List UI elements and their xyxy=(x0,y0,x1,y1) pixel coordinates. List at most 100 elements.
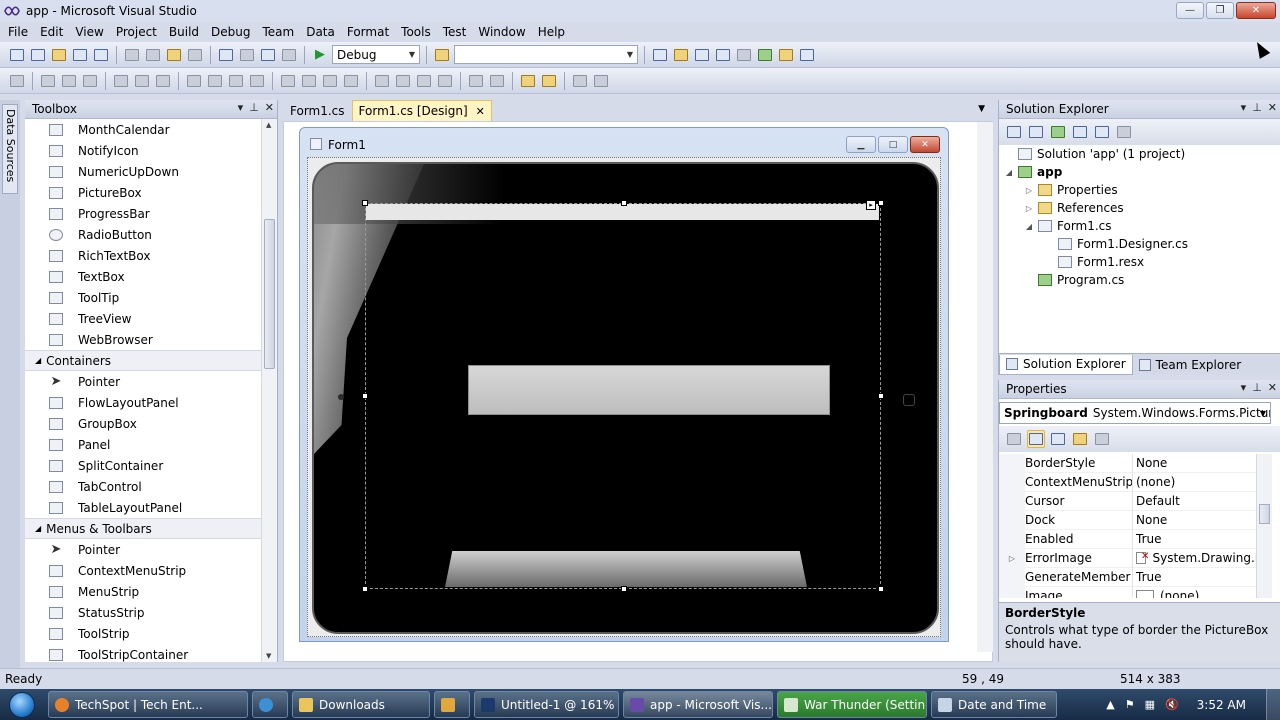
form1-window[interactable]: Form1 ▁ □ ✕ ▸ xyxy=(299,127,949,642)
save-all-icon[interactable] xyxy=(92,46,110,64)
toolbox-item-groupbox[interactable]: GroupBox xyxy=(25,413,262,434)
solution-configuration-dropdown[interactable]: Debug ▼ xyxy=(332,45,420,64)
close-icon[interactable]: ✕ xyxy=(1268,101,1277,114)
align-lefts-icon[interactable] xyxy=(39,72,57,90)
action-center-flag-icon[interactable]: ⚑ xyxy=(1125,698,1135,711)
window-position-icon[interactable]: ▾ xyxy=(1241,381,1247,394)
object-selector-dropdown[interactable]: Springboard System.Windows.Forms.Picture… xyxy=(999,402,1271,424)
scroll-down-icon[interactable]: ▼ xyxy=(266,652,271,660)
menu-edit[interactable]: Edit xyxy=(34,25,69,39)
menu-project[interactable]: Project xyxy=(110,25,163,39)
start-button[interactable] xyxy=(0,689,44,720)
menu-help[interactable]: Help xyxy=(532,25,571,39)
horizontal-spacing-icon[interactable] xyxy=(279,72,297,90)
taskbar-item-ie[interactable] xyxy=(252,691,288,718)
events-lightning-icon[interactable] xyxy=(1071,430,1089,448)
add-item-icon[interactable] xyxy=(29,46,47,64)
show-all-files-icon[interactable] xyxy=(1027,123,1045,141)
expand-triangle-icon[interactable]: ▷ xyxy=(999,548,1025,568)
status-bar-picturebox[interactable] xyxy=(366,204,879,220)
taskbar-item-date-time[interactable]: Date and Time xyxy=(931,691,1057,718)
tab-form1-cs[interactable]: Form1.cs xyxy=(283,100,352,121)
scrollbar-thumb[interactable] xyxy=(264,219,275,369)
start-page-icon[interactable] xyxy=(756,46,774,64)
toolbox-group-menus-toolbars[interactable]: ◢ Menus & Toolbars xyxy=(25,518,262,539)
taskbar-item-downloads[interactable]: Downloads xyxy=(292,691,430,718)
bring-to-front-icon[interactable] xyxy=(519,72,537,90)
paste-icon[interactable] xyxy=(165,46,183,64)
toolbox-item-webbrowser[interactable]: WebBrowser xyxy=(25,329,262,350)
cut-icon[interactable] xyxy=(123,46,141,64)
open-file-icon[interactable] xyxy=(50,46,68,64)
scroll-up-icon[interactable]: ▲ xyxy=(266,121,271,129)
size-to-grid-icon[interactable] xyxy=(206,72,224,90)
refresh-icon[interactable] xyxy=(1049,123,1067,141)
align-middles-icon[interactable] xyxy=(133,72,151,90)
increase-vertical-spacing-icon[interactable] xyxy=(394,72,412,90)
properties-view-icon[interactable] xyxy=(1049,430,1067,448)
tab-form1-design[interactable]: Form1.cs [Design] ✕ xyxy=(351,100,492,121)
property-row[interactable]: ContextMenuStrip (none) xyxy=(999,472,1263,492)
property-row[interactable]: Dock None xyxy=(999,510,1263,530)
tree-solution[interactable]: Solution 'app' (1 project) xyxy=(999,145,1280,163)
volume-muted-icon[interactable]: 🔇 xyxy=(1165,698,1179,711)
make-same-width-icon[interactable] xyxy=(185,72,203,90)
collapse-triangle-icon[interactable]: ◢ xyxy=(1003,168,1015,177)
taskbar-item-techspot[interactable]: TechSpot | Tech Ent... xyxy=(48,691,248,718)
make-same-height-icon[interactable] xyxy=(227,72,245,90)
data-sources-tab[interactable]: Data Sources xyxy=(2,104,18,194)
make-same-size-icon[interactable] xyxy=(248,72,266,90)
toolbox-item-progressbar[interactable]: ProgressBar xyxy=(25,203,262,224)
property-row[interactable]: GenerateMember True xyxy=(999,567,1263,587)
toolbox-item-tabcontrol[interactable]: TabControl xyxy=(25,476,262,497)
toolbox-item-textbox[interactable]: TextBox xyxy=(25,266,262,287)
tree-form1-resx[interactable]: Form1.resx xyxy=(999,253,1280,271)
dock-picturebox[interactable] xyxy=(445,551,807,587)
property-row[interactable]: ▷ErrorImage System.Drawing.B xyxy=(999,548,1263,568)
toolbox-item-flowlayoutpanel[interactable]: FlowLayoutPanel xyxy=(25,392,262,413)
toolbox-icon[interactable] xyxy=(714,46,732,64)
extension-manager-icon[interactable] xyxy=(735,46,753,64)
window-position-icon[interactable]: ▾ xyxy=(238,101,244,114)
expand-triangle-icon[interactable]: ▷ xyxy=(1023,204,1035,213)
solution-explorer-icon[interactable] xyxy=(651,46,669,64)
properties-icon[interactable] xyxy=(1005,123,1023,141)
menu-view[interactable]: View xyxy=(69,25,109,39)
close-icon[interactable]: ✕ xyxy=(1268,381,1277,394)
slider-bar-picturebox[interactable] xyxy=(468,365,830,415)
align-bottoms-icon[interactable] xyxy=(154,72,172,90)
decrease-horizontal-spacing-icon[interactable] xyxy=(321,72,339,90)
navigate-forward-icon[interactable] xyxy=(280,46,298,64)
menu-data[interactable]: Data xyxy=(300,25,341,39)
toolbox-item-radiobutton[interactable]: RadioButton xyxy=(25,224,262,245)
align-to-grid-icon[interactable] xyxy=(8,72,26,90)
property-value[interactable]: True xyxy=(1133,570,1263,584)
align-rights-icon[interactable] xyxy=(81,72,99,90)
toolbox-item-tooltip[interactable]: ToolTip xyxy=(25,287,262,308)
menu-team[interactable]: Team xyxy=(256,25,300,39)
find-combo[interactable]: ▼ xyxy=(454,45,638,64)
tree-project-app[interactable]: ◢ app xyxy=(999,163,1280,181)
menu-window[interactable]: Window xyxy=(472,25,531,39)
menu-tools[interactable]: Tools xyxy=(395,25,437,39)
taskbar-item-media[interactable] xyxy=(434,691,470,718)
property-row[interactable]: Cursor Default xyxy=(999,491,1263,511)
toolbox-item-pointer[interactable]: ➤ Pointer xyxy=(25,371,262,392)
tree-program-cs[interactable]: Program.cs xyxy=(999,271,1280,289)
minimize-button[interactable]: — xyxy=(1176,2,1204,19)
auto-hide-pin-icon[interactable]: ⊥ xyxy=(1252,101,1262,114)
align-tops-icon[interactable] xyxy=(112,72,130,90)
object-browser-icon[interactable] xyxy=(693,46,711,64)
lock-controls-icon[interactable] xyxy=(592,72,610,90)
property-value[interactable]: (none) xyxy=(1133,475,1263,489)
toolbox-item-pointer[interactable]: ➤ Pointer xyxy=(25,539,262,560)
tree-form1-cs[interactable]: ◢ Form1.cs xyxy=(999,217,1280,235)
property-row[interactable]: Enabled True xyxy=(999,529,1263,549)
tree-references[interactable]: ▷ References xyxy=(999,199,1280,217)
window-position-icon[interactable]: ▾ xyxy=(1241,101,1247,114)
taskbar-item-war-thunder[interactable]: War Thunder (Settin... xyxy=(777,691,927,718)
send-to-back-icon[interactable] xyxy=(540,72,558,90)
auto-hide-pin-icon[interactable]: ⊥ xyxy=(1252,381,1262,394)
restore-button[interactable]: ❐ xyxy=(1206,2,1234,19)
menu-format[interactable]: Format xyxy=(341,25,395,39)
